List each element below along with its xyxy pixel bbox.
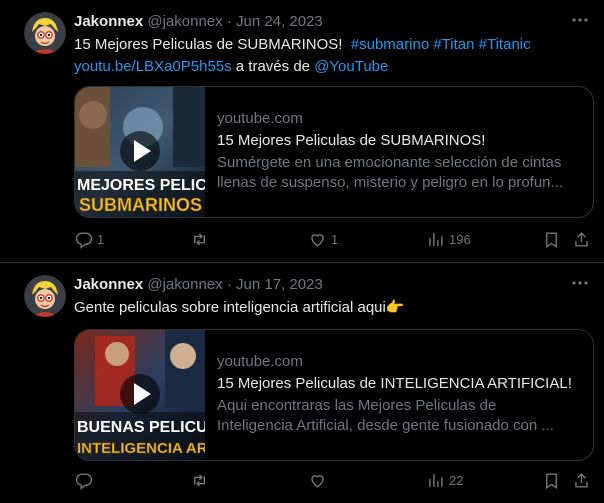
like-count: 1 <box>331 231 339 247</box>
thumbnail-text: INTELIGENCIA ARTIF <box>77 440 205 457</box>
action-bar: 1 1 196 <box>74 227 594 251</box>
thumbnail-text: BUENAS PELICU <box>77 419 205 436</box>
separator-dot: · <box>226 276 232 293</box>
view-count: 22 <box>449 472 464 488</box>
card-description: Aqui encontraras las Mejores Peliculas d… <box>217 397 497 414</box>
like-icon <box>311 474 324 488</box>
bookmark-icon <box>546 472 557 489</box>
video-thumbnail[interactable]: BUENAS PELICU INTELIGENCIA ARTIF <box>75 330 205 460</box>
repost-button[interactable] <box>190 468 213 492</box>
tweet-text-plain: Gente peliculas sobre inteligencia artif… <box>74 299 386 316</box>
reply-count: 1 <box>97 231 105 247</box>
card-title: 15 Mejores Peliculas de SUBMARINOS! <box>217 132 486 149</box>
views-button[interactable]: 196 <box>426 227 471 251</box>
views-icon <box>429 232 443 246</box>
timestamp[interactable]: Jun 17, 2023 <box>236 276 323 293</box>
repost-button[interactable] <box>190 227 213 251</box>
tweet[interactable]: Jakonnex @jakonnex · Jun 24, 2023 15 Mej… <box>0 0 604 262</box>
handle[interactable]: @jakonnex <box>147 13 222 30</box>
reply-button[interactable] <box>74 468 97 492</box>
reply-button[interactable]: 1 <box>74 227 104 251</box>
play-icon[interactable] <box>120 131 160 171</box>
like-button[interactable]: 1 <box>308 227 338 251</box>
more-icon[interactable] <box>570 273 590 293</box>
avatar[interactable] <box>24 12 66 54</box>
tweet-text: Gente peliculas sobre inteligencia artif… <box>74 297 574 319</box>
play-icon[interactable] <box>120 374 160 414</box>
avatar[interactable] <box>24 275 66 317</box>
via-text: a través de <box>235 58 311 75</box>
pointing-hand-emoji: 👉 <box>385 299 405 316</box>
card-title: 15 Mejores Peliculas de INTELIGENCIA ART… <box>217 375 572 392</box>
like-icon <box>311 233 324 247</box>
card-description: llenas de suspenso, misterio y peligro e… <box>217 174 564 191</box>
display-name[interactable]: Jakonnex <box>74 13 143 30</box>
video-thumbnail[interactable]: MEJORES PELICU SUBMARINOS <box>75 87 205 217</box>
tweet-header: Jakonnex @jakonnex · Jun 24, 2023 <box>74 12 323 32</box>
reply-icon <box>75 231 93 249</box>
handle[interactable]: @jakonnex <box>147 276 222 293</box>
thumbnail-text: MEJORES PELICU <box>77 177 205 194</box>
action-bar: 22 <box>74 468 594 492</box>
tweet-header: Jakonnex @jakonnex · Jun 17, 2023 <box>74 275 323 295</box>
reply-icon <box>75 472 93 490</box>
card-body: youtube.com 15 Mejores Peliculas de SUBM… <box>217 109 582 193</box>
share-button[interactable] <box>572 227 591 251</box>
tweet[interactable]: Jakonnex @jakonnex · Jun 17, 2023 Gente … <box>0 263 604 503</box>
display-name[interactable]: Jakonnex <box>74 276 143 293</box>
like-button[interactable] <box>308 468 331 492</box>
link-card[interactable]: BUENAS PELICU INTELIGENCIA ARTIF youtube… <box>74 329 594 461</box>
hashtag[interactable]: #Titanic <box>479 36 531 53</box>
view-count: 196 <box>449 231 471 247</box>
tweet-text-plain: 15 Mejores Peliculas de SUBMARINOS! <box>74 36 343 53</box>
external-link[interactable]: youtu.be/LBXa0P5h55s <box>74 58 232 75</box>
card-description: Inteligencia Artificial, desde gente fus… <box>217 417 554 434</box>
tweet-text: 15 Mejores Peliculas de SUBMARINOS! #sub… <box>74 34 574 78</box>
bookmark-button[interactable] <box>542 227 561 251</box>
share-icon <box>575 472 588 488</box>
card-domain: youtube.com <box>217 353 303 370</box>
share-icon <box>575 231 588 247</box>
separator-dot: · <box>226 13 232 30</box>
views-icon <box>429 473 443 487</box>
thumbnail-text: SUBMARINOS <box>79 195 202 215</box>
views-button[interactable]: 22 <box>426 468 463 492</box>
timestamp[interactable]: Jun 24, 2023 <box>236 13 323 30</box>
card-body: youtube.com 15 Mejores Peliculas de INTE… <box>217 352 582 436</box>
card-domain: youtube.com <box>217 110 303 127</box>
link-card[interactable]: MEJORES PELICU SUBMARINOS youtube.com 15… <box>74 86 594 218</box>
repost-icon <box>194 232 205 246</box>
share-button[interactable] <box>572 468 591 492</box>
card-description: Sumérgete en una emocionante selección d… <box>217 154 562 171</box>
bookmark-button[interactable] <box>542 468 561 492</box>
hashtag[interactable]: #submarino <box>351 36 429 53</box>
more-icon[interactable] <box>570 10 590 30</box>
mention[interactable]: @YouTube <box>314 58 388 75</box>
repost-icon <box>194 473 205 487</box>
bookmark-icon <box>546 231 557 248</box>
hashtag[interactable]: #Titan <box>433 36 474 53</box>
